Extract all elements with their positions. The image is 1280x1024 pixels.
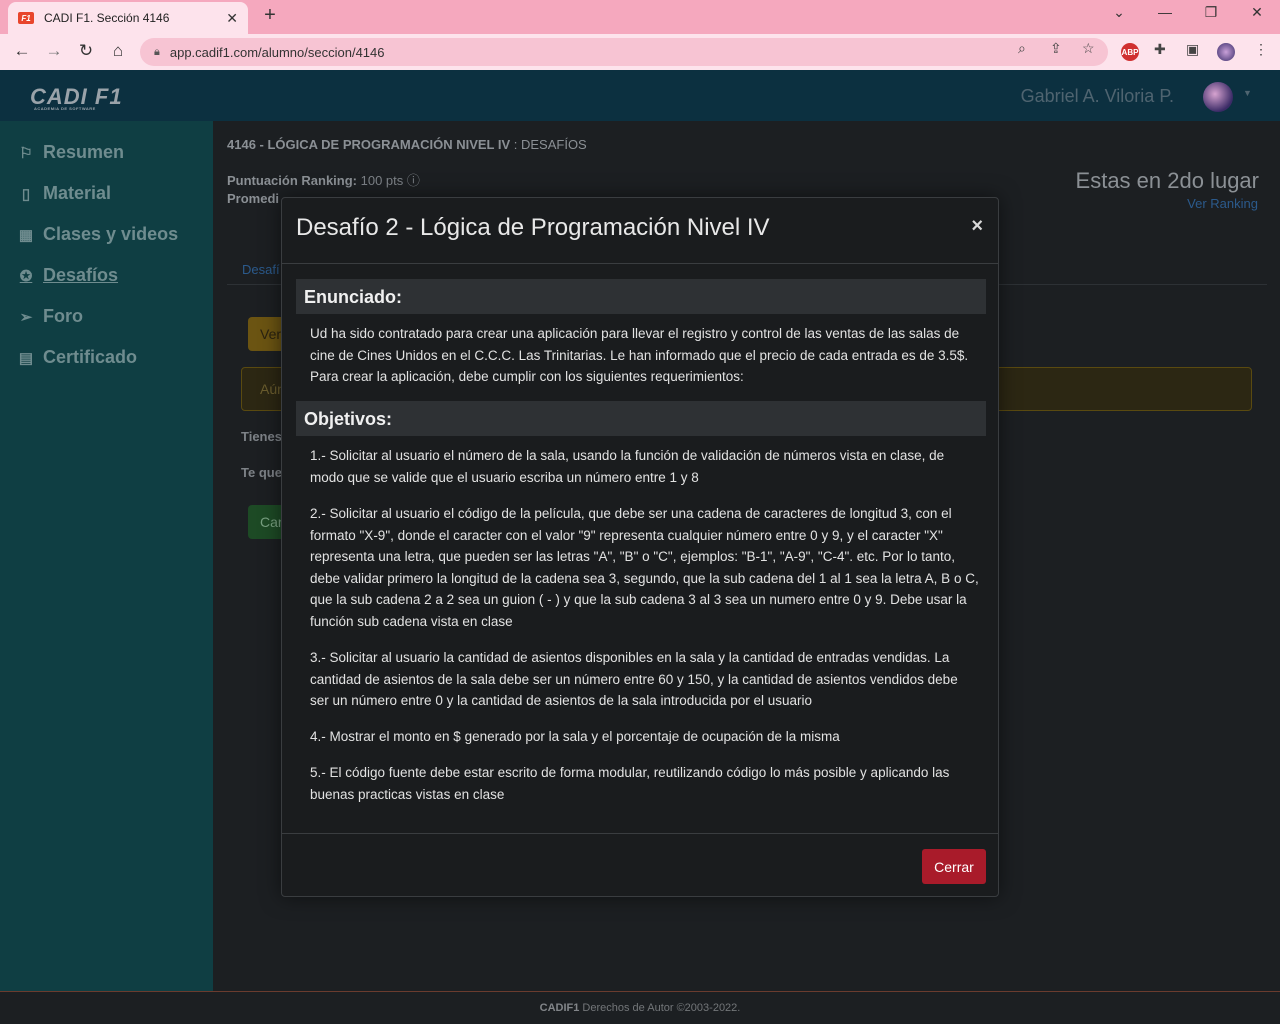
paper-plane-icon: ➢	[19, 308, 33, 326]
desafio-modal: Desafío 2 - Lógica de Programación Nivel…	[281, 197, 999, 897]
objetivo-item: 4.- Mostrar el monto en $ generado por l…	[310, 729, 840, 744]
sidebar: ⚐ Resumen ▯ Material ▦ Clases y videos ✪…	[0, 121, 213, 991]
user-menu-caret-icon[interactable]: ▼	[1243, 88, 1252, 98]
forward-icon[interactable]: →	[43, 41, 65, 61]
sidebar-item-certificado[interactable]: ▤ Certificado	[18, 347, 137, 368]
footer-brand: CADIF1	[539, 1002, 580, 1014]
rank-place: Estas en 2do lugar	[1075, 168, 1259, 193]
sidebar-item-label: Desafíos	[43, 265, 119, 285]
course-code: 4146 - LÓGICA DE PROGRAMACIÓN NIVEL IV	[227, 137, 511, 152]
browser-tab[interactable]: F1 CADI F1. Sección 4146 ✕	[8, 2, 248, 34]
objetivo-item: 5.- El código fuente debe estar escrito …	[310, 765, 950, 802]
objetivos-heading: Objetivos:	[296, 401, 986, 436]
sidebar-item-material[interactable]: ▯ Material	[18, 183, 111, 204]
sidebar-item-desafios[interactable]: ✪ Desafíos	[18, 265, 118, 286]
new-tab-icon[interactable]: +	[260, 4, 280, 27]
profile-avatar[interactable]	[1217, 43, 1235, 61]
modal-header: Desafío 2 - Lógica de Programación Nivel…	[282, 198, 998, 264]
sidebar-item-label: Foro	[43, 306, 83, 326]
book-icon: ▯	[21, 185, 31, 203]
share-icon[interactable]: ⇪	[1050, 40, 1062, 57]
tienes-text: Tienes	[241, 429, 282, 444]
objetivo-item: 1.- Solicitar al usuario el número de la…	[310, 448, 945, 485]
footer: CADIF1 Derechos de Autor ©2003-2022.	[0, 991, 1280, 1024]
app-header: CADI F1 ACADEMIA DE SOFTWARE Gabriel A. …	[0, 70, 1280, 121]
enunciado-text: Ud ha sido contratado para crear una apl…	[310, 326, 969, 385]
objetivo-item: 2.- Solicitar al usuario el código de la…	[310, 506, 979, 629]
close-window-icon[interactable]: ✕	[1247, 4, 1267, 21]
tab-close-icon[interactable]: ✕	[226, 10, 238, 27]
promedio-label: Promedi	[227, 191, 280, 206]
logo-subtitle: ACADEMIA DE SOFTWARE	[34, 106, 96, 111]
tab-title: CADI F1. Sección 4146	[44, 11, 170, 25]
compass-icon: ✪	[19, 267, 33, 285]
course-suffix: : DESAFÍOS	[510, 137, 587, 152]
sidebar-item-foro[interactable]: ➢ Foro	[18, 306, 83, 327]
ranking-value: 100 pts	[360, 173, 404, 188]
te-queda-text: Te que	[241, 465, 282, 480]
sidebar-item-label: Clases y videos	[43, 224, 179, 244]
user-avatar[interactable]	[1203, 82, 1233, 112]
sidepanel-icon[interactable]: ▣	[1186, 41, 1199, 58]
browser-tab-bar: F1 CADI F1. Sección 4146 ✕ + ⌄ — ❐ ✕	[0, 0, 1280, 34]
ver-ranking-link[interactable]: Ver Ranking	[1187, 196, 1258, 211]
extensions-icon[interactable]: ✚	[1154, 41, 1166, 58]
logo[interactable]: CADI F1 ACADEMIA DE SOFTWARE	[30, 84, 123, 111]
address-bar: ← → ↻ ⌂ 🔒︎ app.cadif1.com/alumno/seccion…	[0, 34, 1280, 70]
ranking-score: Puntuación Ranking: 100 pts ⓘ	[227, 170, 420, 189]
objetivo-item: 3.- Solicitar al usuario la cantidad de …	[310, 650, 958, 709]
adblock-icon[interactable]: ABP	[1121, 43, 1139, 61]
minimize-icon[interactable]: —	[1155, 4, 1175, 20]
bookmark-star-icon[interactable]: ☆	[1082, 40, 1095, 57]
ranking-label: Puntuación Ranking:	[227, 173, 357, 188]
back-icon[interactable]: ←	[11, 41, 33, 61]
url-text: app.cadif1.com/alumno/seccion/4146	[169, 44, 385, 60]
certificate-icon: ▤	[18, 349, 34, 367]
reload-icon[interactable]: ↻	[75, 41, 97, 61]
enunciado-heading: Enunciado:	[296, 279, 986, 314]
sidebar-item-label: Resumen	[43, 142, 125, 162]
restore-icon[interactable]: ❐	[1201, 4, 1221, 21]
modal-footer-divider	[282, 833, 998, 834]
user-name[interactable]: Gabriel A. Viloria P.	[1021, 86, 1174, 107]
sidebar-item-resumen[interactable]: ⚐ Resumen	[18, 142, 124, 163]
browser-menu-icon[interactable]: ⋮	[1254, 41, 1268, 58]
sidebar-item-label: Material	[43, 183, 112, 203]
course-title: 4146 - LÓGICA DE PROGRAMACIÓN NIVEL IV :…	[227, 137, 587, 152]
tab-search-icon[interactable]: ⌄	[1109, 4, 1129, 21]
tab-desafios[interactable]: Desafí	[242, 262, 280, 277]
cerrar-button[interactable]: Cerrar	[922, 849, 986, 884]
favicon-icon: F1	[18, 12, 34, 24]
zoom-icon[interactable]: ⌕	[1018, 40, 1026, 57]
footer-text: Derechos de Autor ©2003-2022.	[579, 1002, 741, 1014]
url-input[interactable]: 🔒︎ app.cadif1.com/alumno/seccion/4146	[140, 38, 1108, 66]
lock-icon: 🔒︎	[154, 45, 160, 58]
sidebar-item-label: Certificado	[43, 347, 138, 367]
flag-icon: ⚐	[19, 144, 33, 162]
modal-title: Desafío 2 - Lógica de Programación Nivel…	[296, 214, 770, 241]
promedio: Promedi	[227, 191, 279, 206]
home-icon[interactable]: ⌂	[107, 41, 129, 61]
calendar-icon: ▦	[18, 226, 34, 244]
info-icon[interactable]: ⓘ	[407, 173, 420, 188]
sidebar-item-clases[interactable]: ▦ Clases y videos	[18, 224, 178, 245]
close-icon[interactable]: ×	[971, 215, 983, 238]
